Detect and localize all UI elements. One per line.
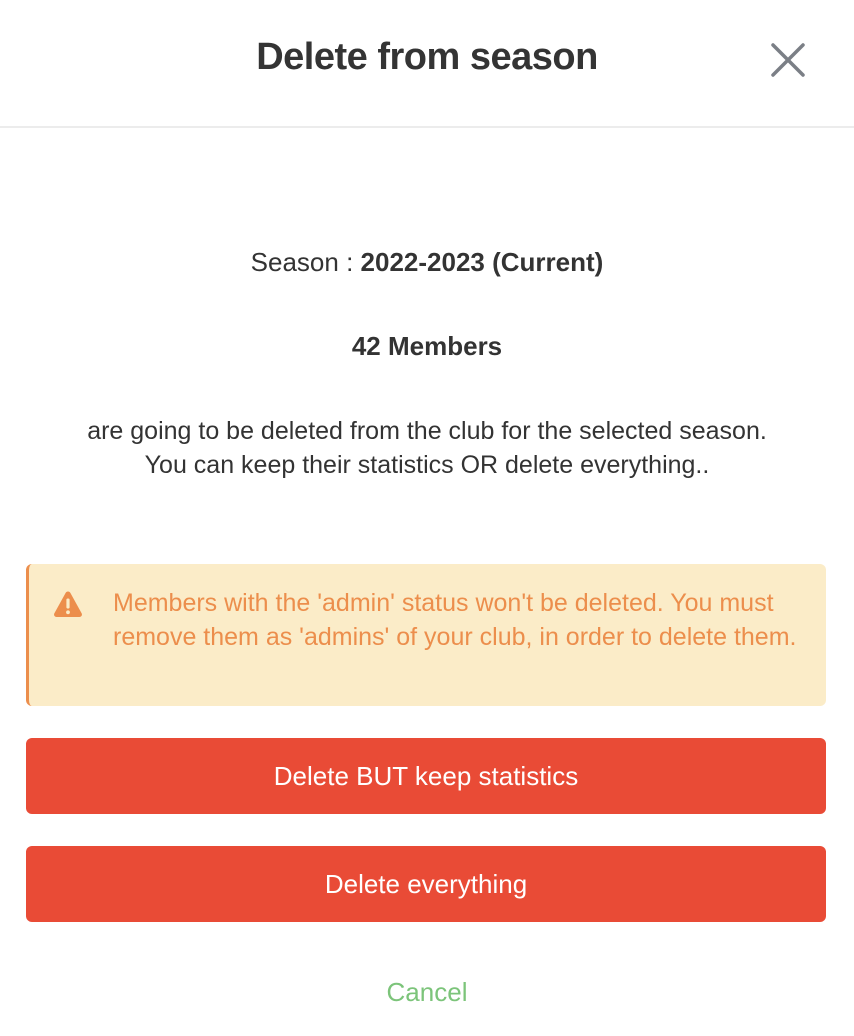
delete-season-modal: Delete from season Season : 2022-2023 (C… — [0, 0, 854, 1036]
admin-warning-banner: Members with the 'admin' status won't be… — [26, 564, 826, 706]
season-label: Season : — [250, 247, 361, 277]
close-icon — [771, 43, 805, 77]
deletion-description: are going to be deleted from the club fo… — [87, 417, 767, 479]
warning-icon — [54, 591, 82, 617]
modal-header: Delete from season — [0, 0, 854, 128]
close-button[interactable] — [766, 38, 810, 82]
modal-title: Delete from season — [256, 36, 598, 78]
delete-keep-statistics-button[interactable]: Delete BUT keep statistics — [26, 738, 826, 814]
delete-everything-button[interactable]: Delete everything — [26, 846, 826, 922]
members-count: 42 Members — [351, 331, 503, 361]
season-line: Season : 2022-2023 (Current) — [0, 247, 854, 278]
season-value: 2022-2023 (Current) — [360, 247, 604, 277]
warning-text: Members with the 'admin' status won't be… — [113, 589, 797, 651]
cancel-button[interactable]: Cancel — [0, 977, 854, 1008]
